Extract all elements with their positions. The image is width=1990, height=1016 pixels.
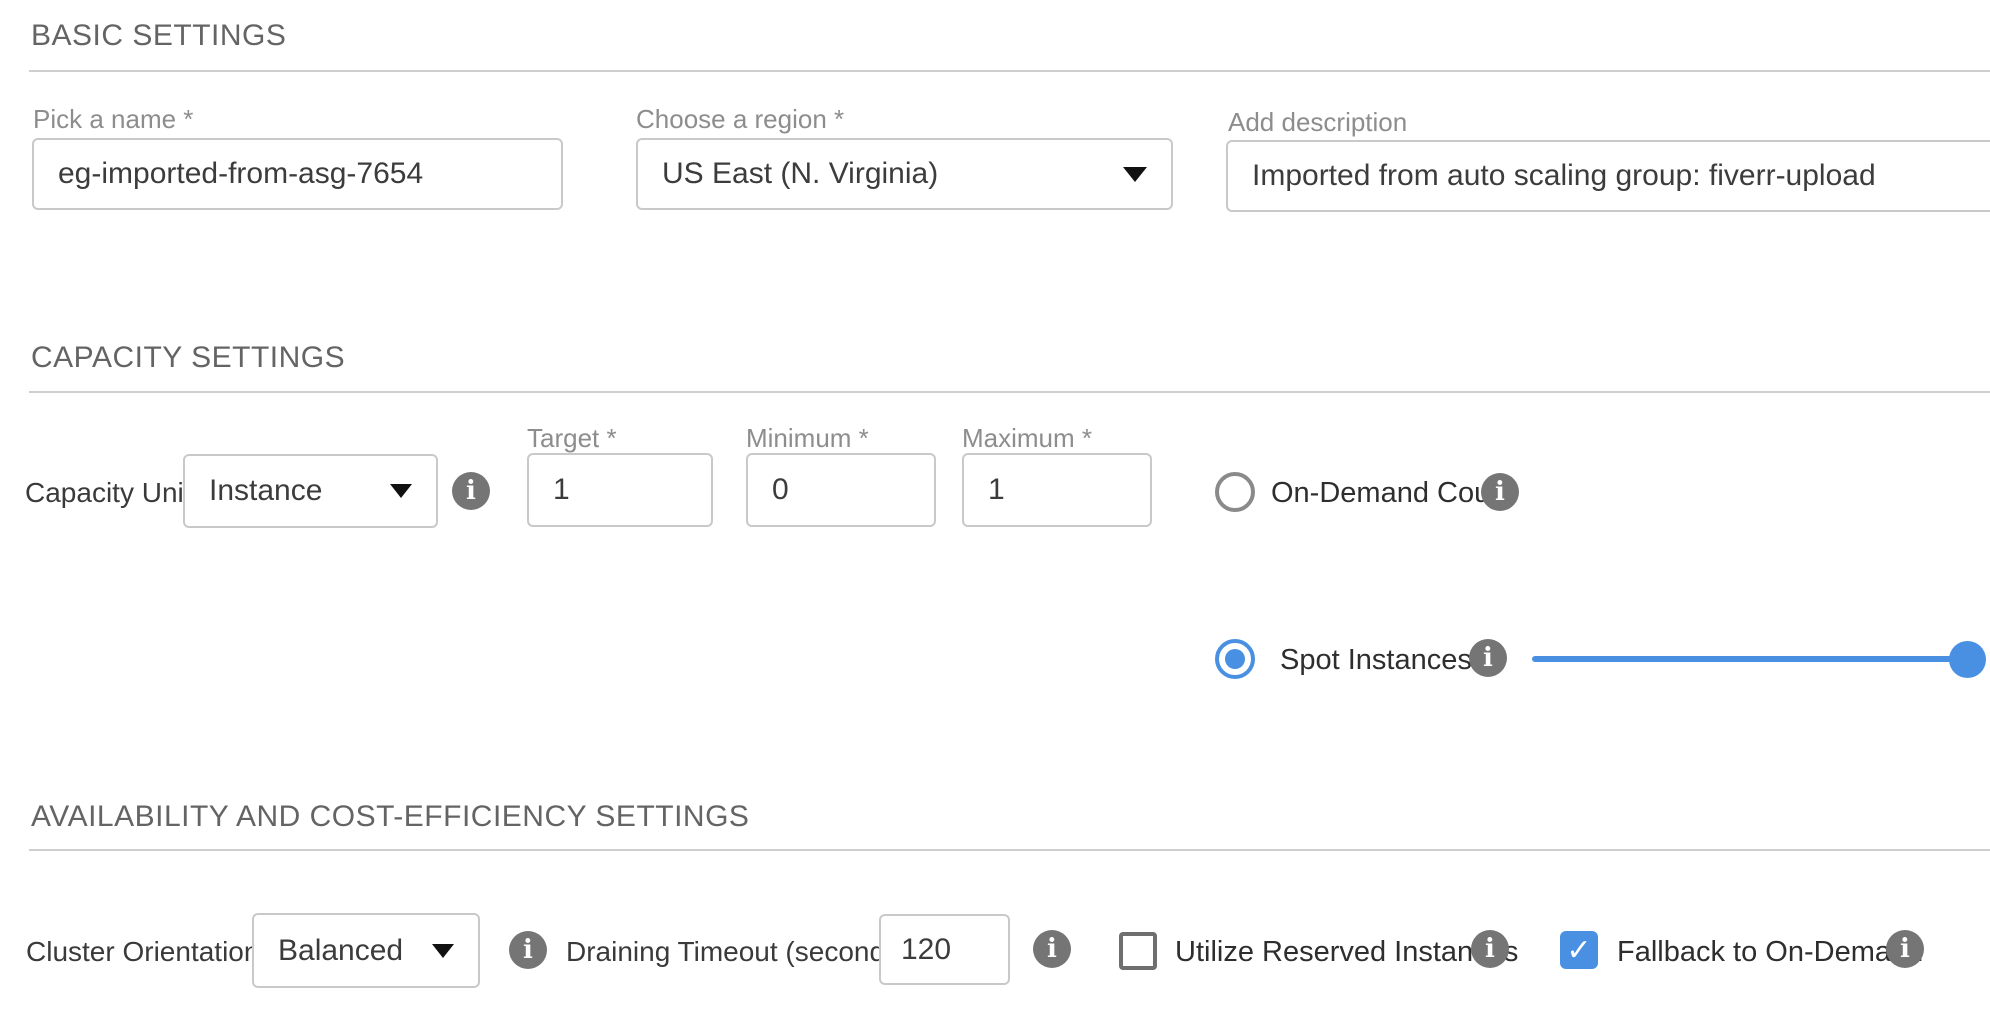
on-demand-count-label[interactable]: On-Demand Count	[1271, 477, 1514, 510]
region-select-value: US East (N. Virginia)	[662, 157, 938, 191]
draining-timeout-info-icon[interactable]: i	[1033, 930, 1071, 968]
basic-settings-title: BASIC SETTINGS	[31, 19, 286, 53]
cluster-orientation-select-value: Balanced	[278, 934, 403, 968]
region-field-label: Choose a region *	[636, 104, 844, 135]
region-select[interactable]: US East (N. Virginia)	[636, 138, 1173, 210]
maximum-input[interactable]	[962, 453, 1152, 527]
spot-percentage-slider-handle[interactable]	[1949, 641, 1986, 678]
maximum-field-label: Maximum *	[962, 423, 1092, 454]
on-demand-count-info-icon[interactable]: i	[1481, 473, 1519, 511]
availability-settings-title: AVAILABILITY AND COST-EFFICIENCY SETTING…	[31, 800, 749, 834]
capacity-unit-info-icon[interactable]: i	[452, 472, 490, 510]
utilize-reserved-instances-info-icon[interactable]: i	[1471, 930, 1509, 968]
minimum-input[interactable]	[746, 453, 936, 527]
caret-down-icon	[1123, 167, 1147, 182]
on-demand-count-radio[interactable]	[1215, 472, 1255, 512]
caret-down-icon	[390, 484, 412, 498]
fallback-on-demand-info-icon[interactable]: i	[1886, 930, 1924, 968]
draining-timeout-input[interactable]	[879, 914, 1010, 985]
capacity-unit-select-value: Instance	[209, 474, 322, 508]
description-input[interactable]	[1226, 140, 1990, 212]
minimum-field-label: Minimum *	[746, 423, 869, 454]
capacity-settings-divider	[29, 391, 1990, 393]
basic-settings-divider	[29, 70, 1990, 72]
caret-down-icon	[432, 944, 454, 958]
draining-timeout-label: Draining Timeout (seconds)	[566, 936, 908, 968]
capacity-settings-title: CAPACITY SETTINGS	[31, 341, 345, 375]
target-field-label: Target *	[527, 423, 617, 454]
target-input[interactable]	[527, 453, 713, 527]
cluster-orientation-select[interactable]: Balanced	[252, 913, 480, 988]
fallback-on-demand-checkbox[interactable]: ✓	[1560, 931, 1598, 969]
spot-percentage-slider-track[interactable]	[1532, 656, 1968, 662]
spot-instances-info-icon[interactable]: i	[1469, 639, 1507, 677]
utilize-reserved-instances-label[interactable]: Utilize Reserved Instances	[1175, 936, 1518, 969]
name-field-label: Pick a name *	[33, 104, 193, 135]
capacity-unit-label: Capacity Unit	[25, 477, 192, 509]
utilize-reserved-instances-checkbox[interactable]	[1119, 932, 1157, 970]
spot-instances-radio[interactable]	[1215, 639, 1255, 679]
capacity-unit-select[interactable]: Instance	[183, 454, 438, 528]
fallback-on-demand-label[interactable]: Fallback to On-Demand	[1617, 936, 1923, 969]
cluster-orientation-label: Cluster Orientation	[26, 936, 259, 968]
cluster-orientation-info-icon[interactable]: i	[509, 931, 547, 969]
name-input[interactable]	[32, 138, 563, 210]
availability-settings-divider	[29, 849, 1990, 851]
description-field-label: Add description	[1228, 107, 1407, 138]
